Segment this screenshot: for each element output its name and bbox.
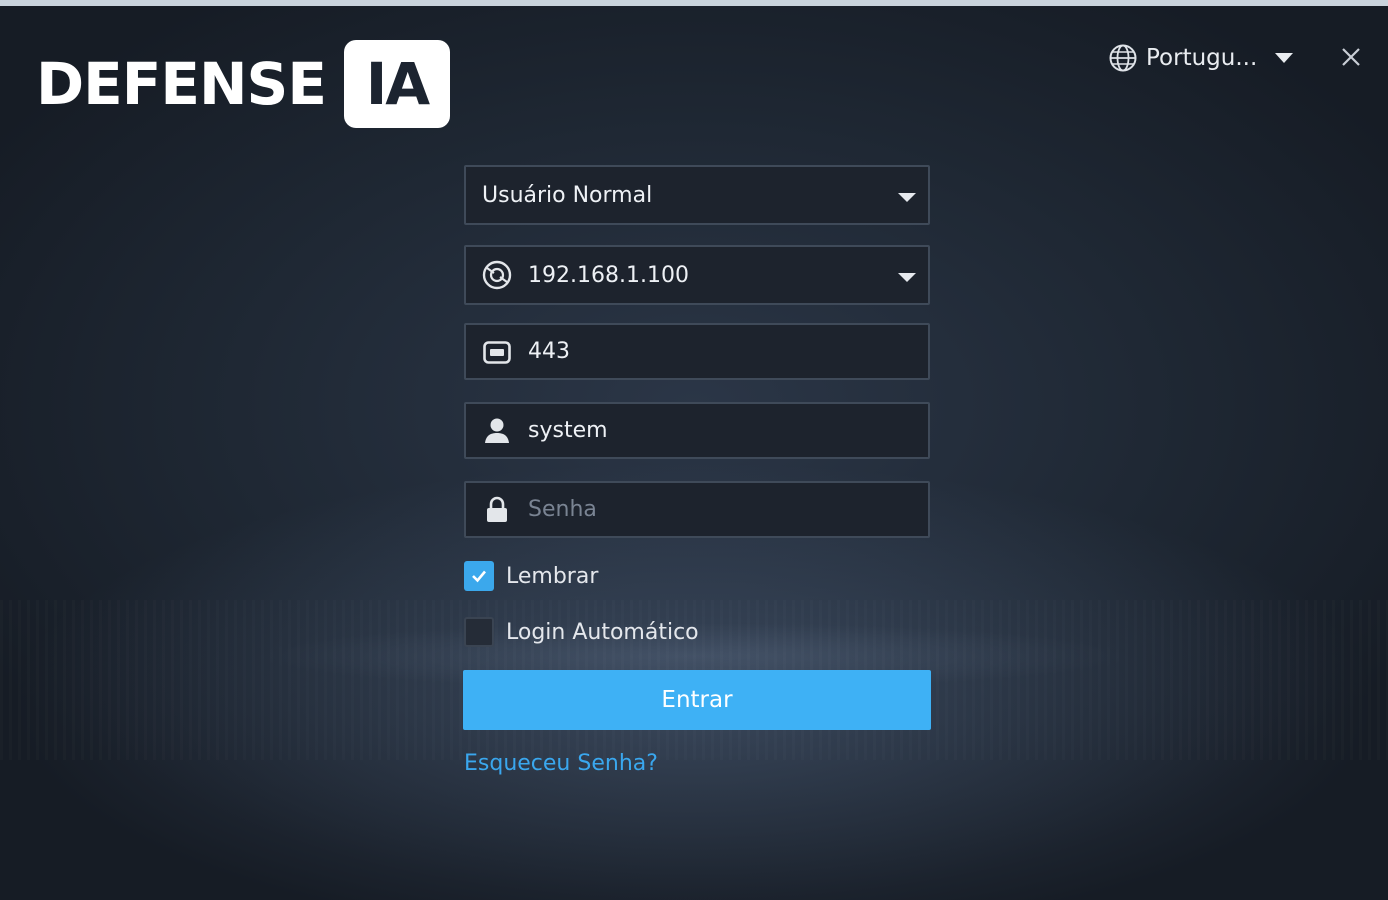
window-top-border xyxy=(0,0,1388,6)
auto-login-checkbox-row[interactable]: Login Automático xyxy=(464,617,699,647)
password-input[interactable]: Senha xyxy=(464,481,930,538)
language-selector[interactable]: Portugu... xyxy=(1108,42,1294,74)
user-icon xyxy=(485,418,509,443)
forgot-password-link[interactable]: Esqueceu Senha? xyxy=(464,751,658,776)
server-address-select[interactable]: 192.168.1.100 xyxy=(464,245,930,305)
checkmark-icon xyxy=(472,570,486,583)
auto-login-checkbox[interactable] xyxy=(464,617,494,647)
port-icon xyxy=(483,340,511,364)
remember-label: Lembrar xyxy=(506,563,599,589)
username-input[interactable]: system xyxy=(464,402,930,459)
chevron-down-icon xyxy=(1275,53,1294,63)
login-button[interactable]: Entrar xyxy=(463,670,931,730)
logo-badge: IA xyxy=(343,40,450,128)
server-address-value: 192.168.1.100 xyxy=(528,262,689,288)
port-value: 443 xyxy=(528,339,570,364)
chevron-down-icon xyxy=(898,273,916,282)
auto-login-label: Login Automático xyxy=(506,619,699,645)
language-label: Portugu... xyxy=(1146,45,1258,71)
globe-icon xyxy=(1109,44,1137,72)
logo-text: DEFENSE xyxy=(36,50,327,118)
close-icon[interactable] xyxy=(1336,42,1366,72)
chevron-down-icon xyxy=(898,193,916,202)
port-input[interactable]: 443 xyxy=(464,323,930,380)
remember-checkbox-row[interactable]: Lembrar xyxy=(464,561,598,591)
server-icon xyxy=(482,260,512,290)
app-logo: DEFENSE IA xyxy=(36,40,450,128)
password-placeholder: Senha xyxy=(528,497,597,522)
username-value: system xyxy=(528,418,608,443)
user-type-select[interactable]: Usuário Normal xyxy=(464,165,930,225)
lock-icon xyxy=(487,496,507,522)
remember-checkbox[interactable] xyxy=(464,561,494,591)
user-type-value: Usuário Normal xyxy=(482,182,653,208)
